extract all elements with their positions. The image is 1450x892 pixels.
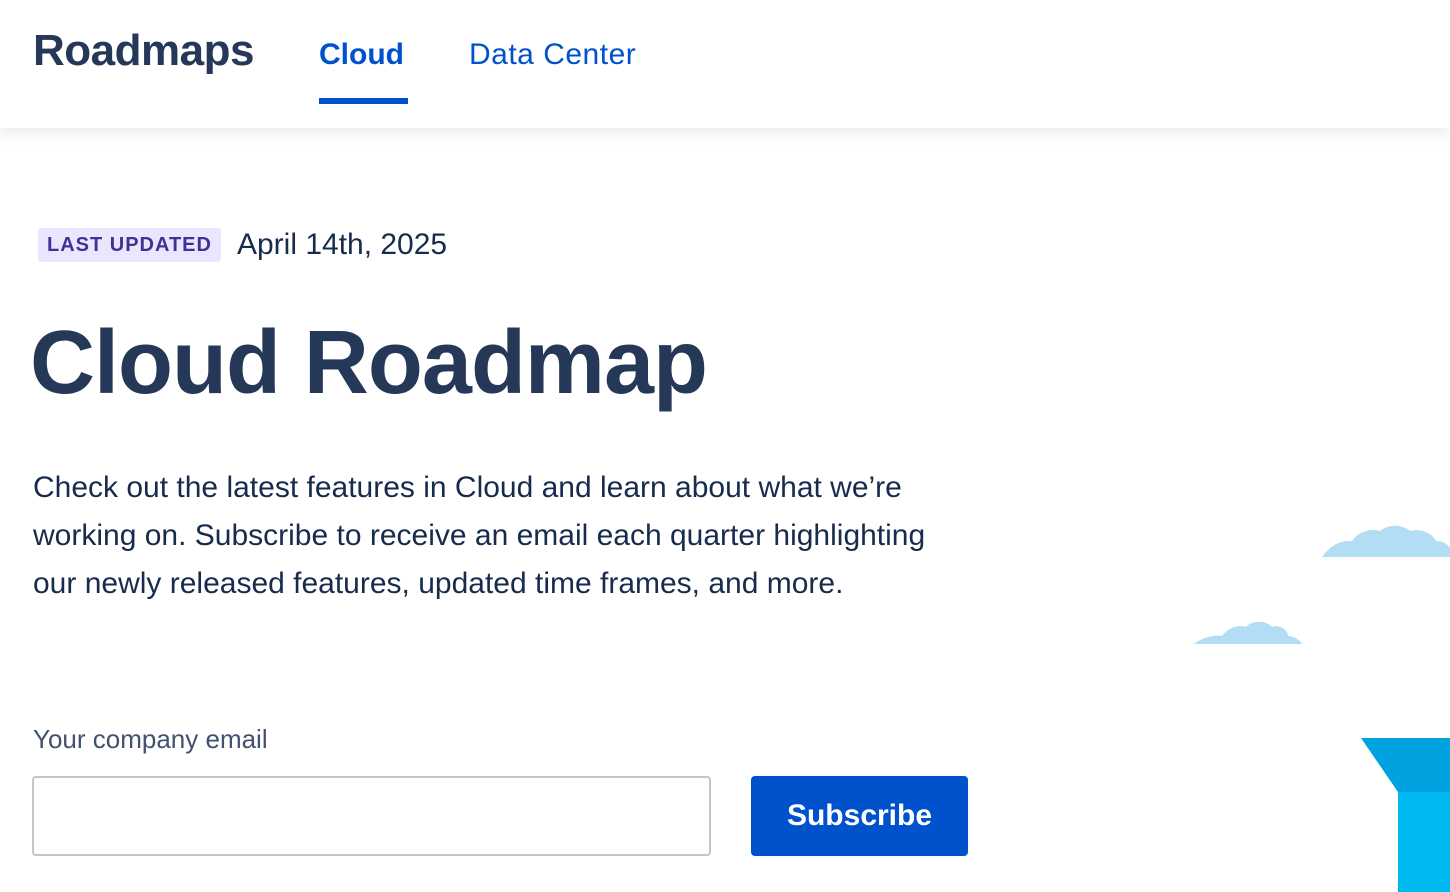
brand-logo[interactable]: Roadmaps [33,26,254,76]
site-header: Roadmaps Cloud Data Center [0,0,1450,128]
tab-data-center[interactable]: Data Center [469,38,636,72]
tab-cloud[interactable]: Cloud [319,38,404,72]
cloud-shape [1194,621,1302,644]
intro-text: Check out the latest features in Cloud a… [33,471,926,600]
active-tab-indicator [319,98,408,104]
page: Roadmaps Cloud Data Center LAST UPDATED … [0,0,1450,892]
subscribe-button[interactable]: Subscribe [751,776,968,856]
last-updated-row: LAST UPDATED April 14th, 2025 [38,228,447,262]
last-updated-date: April 14th, 2025 [236,228,448,261]
cyan-block-shape [1361,738,1450,892]
email-label: Your company email [33,724,268,754]
email-input[interactable] [32,776,711,856]
page-title: Cloud Roadmap [30,313,708,413]
last-updated-badge: LAST UPDATED [38,228,221,262]
decorative-illustration [1194,525,1450,892]
cloud-shape [1322,525,1450,557]
